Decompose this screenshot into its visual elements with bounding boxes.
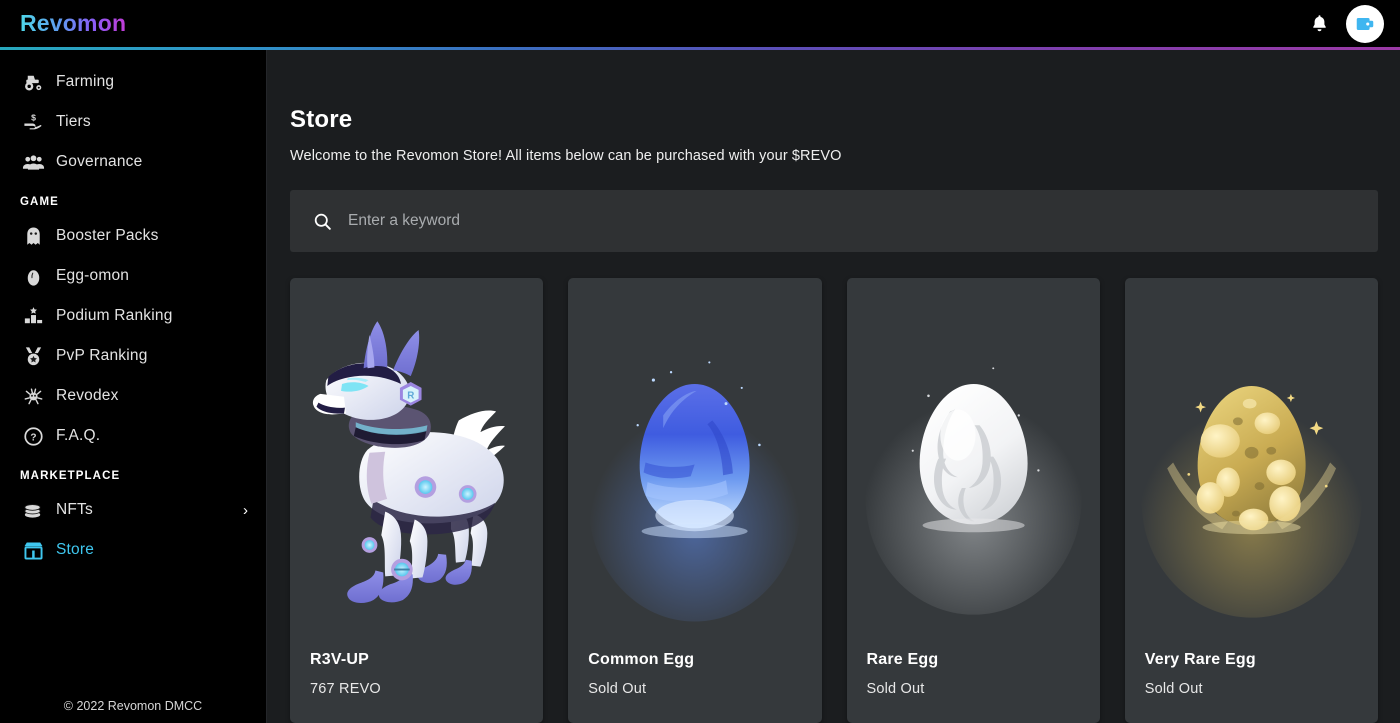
product-name: Rare Egg bbox=[866, 651, 939, 668]
product-price: Sold Out bbox=[1144, 681, 1203, 697]
sidebar-item-farming[interactable]: Farming bbox=[0, 62, 266, 102]
sidebar-item-faq[interactable]: ? F.A.Q. bbox=[0, 416, 266, 456]
sidebar-item-label: Store bbox=[56, 541, 95, 558]
sidebar-item-label: Egg-omon bbox=[56, 267, 130, 284]
product-image-white-egg bbox=[847, 278, 1100, 651]
sidebar: Farming $ Tiers Governance GAME Booster … bbox=[0, 50, 267, 723]
sidebar-item-tiers[interactable]: $ Tiers bbox=[0, 102, 266, 142]
sidebar-item-label: Tiers bbox=[56, 113, 91, 130]
body-row: Farming $ Tiers Governance GAME Booster … bbox=[0, 50, 1400, 723]
product-card[interactable]: Very Rare Egg Sold Out bbox=[1124, 278, 1378, 723]
product-info: Rare Egg Sold Out bbox=[847, 651, 1100, 723]
main-content: Store Welcome to the Revomon Store! All … bbox=[267, 50, 1400, 723]
sidebar-item-nfts[interactable]: NFTs › bbox=[0, 490, 266, 530]
sidebar-item-podium-ranking[interactable]: Podium Ranking bbox=[0, 296, 266, 336]
svg-text:$: $ bbox=[31, 112, 36, 122]
creature-icon bbox=[20, 383, 46, 409]
product-card[interactable]: Rare Egg Sold Out bbox=[846, 278, 1100, 723]
sidebar-item-label: Booster Packs bbox=[56, 227, 159, 244]
sidebar-item-booster-packs[interactable]: Booster Packs bbox=[0, 216, 266, 256]
sidebar-item-pvp-ranking[interactable]: PvP Ranking bbox=[0, 336, 266, 376]
product-price: Sold Out bbox=[866, 681, 925, 697]
people-icon bbox=[20, 149, 46, 175]
podium-icon bbox=[20, 303, 46, 329]
store-icon bbox=[20, 537, 46, 563]
sidebar-footer: © 2022 Revomon DMCC bbox=[63, 699, 203, 713]
product-grid: R R3V-UP 767 REVO Common Egg Sold Out Ra… bbox=[290, 278, 1378, 723]
search-input[interactable] bbox=[348, 212, 1358, 230]
sidebar-section-marketplace-label: MARKETPLACE bbox=[20, 470, 121, 482]
product-name: R3V-UP bbox=[310, 651, 369, 668]
product-card[interactable]: R R3V-UP 767 REVO bbox=[290, 278, 544, 723]
sidebar-item-revodex[interactable]: Revodex bbox=[0, 376, 266, 416]
sidebar-item-label: Farming bbox=[56, 73, 115, 90]
sidebar-item-label: Podium Ranking bbox=[56, 307, 173, 324]
sidebar-item-label: NFTs bbox=[56, 501, 93, 518]
svg-text:R: R bbox=[407, 391, 414, 402]
medal-icon bbox=[20, 343, 46, 369]
notifications-button[interactable] bbox=[1302, 7, 1336, 41]
tractor-icon bbox=[20, 69, 46, 95]
product-card[interactable]: Common Egg Sold Out bbox=[568, 278, 822, 723]
wallet-icon bbox=[1356, 17, 1374, 30]
product-info: Common Egg Sold Out bbox=[568, 651, 821, 723]
product-info: R3V-UP 767 REVO bbox=[290, 651, 543, 723]
product-price: 767 REVO bbox=[310, 681, 381, 697]
sidebar-section-game-label: GAME bbox=[20, 196, 59, 208]
product-image-robot-wolf: R bbox=[290, 278, 543, 651]
hand-coin-icon: $ bbox=[20, 109, 46, 135]
svg-text:?: ? bbox=[30, 432, 36, 443]
product-name: Very Rare Egg bbox=[1144, 651, 1256, 668]
question-icon: ? bbox=[20, 423, 46, 449]
coins-icon bbox=[20, 497, 46, 523]
product-image-gold-egg bbox=[1125, 278, 1378, 651]
header-gradient-divider bbox=[0, 47, 1400, 50]
sidebar-item-label: Revodex bbox=[56, 387, 119, 404]
search-bar[interactable] bbox=[290, 190, 1378, 252]
sidebar-item-governance[interactable]: Governance bbox=[0, 142, 266, 182]
app-logo[interactable]: Revomon bbox=[20, 12, 126, 35]
sidebar-item-label: Governance bbox=[56, 153, 143, 170]
egg-icon bbox=[20, 263, 46, 289]
chevron-right-icon[interactable]: › bbox=[243, 503, 248, 518]
sidebar-item-label: F.A.Q. bbox=[56, 427, 101, 444]
search-icon bbox=[310, 209, 334, 233]
sidebar-item-label: PvP Ranking bbox=[56, 347, 148, 364]
product-info: Very Rare Egg Sold Out bbox=[1125, 651, 1378, 723]
product-price: Sold Out bbox=[588, 681, 647, 697]
sidebar-item-egg-omon[interactable]: Egg-omon bbox=[0, 256, 266, 296]
avatar[interactable] bbox=[1346, 4, 1384, 43]
app-root: Revomon Farming $ Tiers Governance GAME … bbox=[0, 0, 1400, 723]
page-subtitle: Welcome to the Revomon Store! All items … bbox=[290, 148, 842, 164]
top-bar: Revomon bbox=[0, 0, 1400, 47]
ghost-icon bbox=[20, 223, 46, 249]
page-title: Store bbox=[290, 106, 353, 133]
bell-icon bbox=[1312, 15, 1326, 32]
product-image-blue-egg bbox=[568, 278, 821, 651]
product-name: Common Egg bbox=[588, 651, 695, 668]
sidebar-item-store[interactable]: Store bbox=[0, 530, 266, 570]
